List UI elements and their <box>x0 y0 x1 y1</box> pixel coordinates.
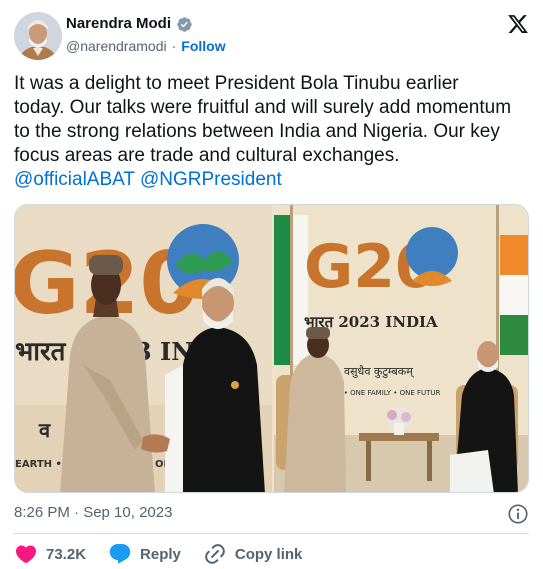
photo1-bharat: भारत <box>15 337 67 367</box>
photo1-earth: EARTH • <box>15 459 62 470</box>
divider <box>14 533 529 534</box>
tweet-media[interactable]: G20 भारत 3 INI व EARTH • ON <box>14 204 529 493</box>
like-button[interactable]: 73.2K <box>14 542 86 566</box>
separator-dot: · <box>171 38 177 54</box>
tweet-text: It was a delight to meet President Bola … <box>14 72 514 192</box>
action-bar: 73.2K Reply Copy link <box>14 540 324 568</box>
link-icon <box>205 544 225 564</box>
reply-label: Reply <box>140 545 181 563</box>
copy-link-button[interactable]: Copy link <box>203 542 303 566</box>
info-icon[interactable] <box>507 503 529 525</box>
author-name-row: Narendra Modi <box>66 14 193 34</box>
reply-bubble-icon <box>109 544 131 564</box>
mention-ngrpresident[interactable]: @NGRPresident <box>140 169 282 190</box>
photo-meeting-image: G20 भारत 2023 INDIA वसुधैव कुटुम्बकम् TH… <box>274 205 528 492</box>
photo2-hindi-line: वसुधैव कुटुम्बकम् <box>344 365 415 378</box>
author-handle[interactable]: @narendramodi <box>66 37 167 55</box>
heart-icon <box>15 545 37 564</box>
tweet-card: Narendra Modi @narendramodi · Follow It … <box>0 0 543 569</box>
reply-button[interactable]: Reply <box>108 542 181 566</box>
photo-meeting[interactable]: G20 भारत 2023 INDIA वसुधैव कुटुम्बकम् TH… <box>274 205 528 492</box>
photo1-hindi: व <box>38 418 51 442</box>
author-name[interactable]: Narendra Modi <box>66 14 171 34</box>
like-count: 73.2K <box>46 545 87 563</box>
author-handle-row: @narendramodi · Follow <box>66 37 226 55</box>
tweet-timestamp[interactable]: 8:26 PM · Sep 10, 2023 <box>14 504 172 521</box>
avatar[interactable] <box>14 12 62 60</box>
tweet-body: It was a delight to meet President Bola … <box>14 73 512 166</box>
photo-handshake-image: G20 भारत 3 INI व EARTH • ON <box>15 205 272 492</box>
follow-button[interactable]: Follow <box>181 37 225 55</box>
copy-link-label: Copy link <box>234 545 303 563</box>
mention-officialabat[interactable]: @officialABAT <box>14 169 135 190</box>
photo-handshake[interactable]: G20 भारत 3 INI व EARTH • ON <box>15 205 272 492</box>
avatar-image <box>14 12 62 60</box>
x-logo-icon[interactable] <box>507 13 529 35</box>
verified-badge-icon <box>177 16 192 32</box>
photo2-motto-line: TH • ONE FAMILY • ONE FUTUR <box>331 389 441 397</box>
